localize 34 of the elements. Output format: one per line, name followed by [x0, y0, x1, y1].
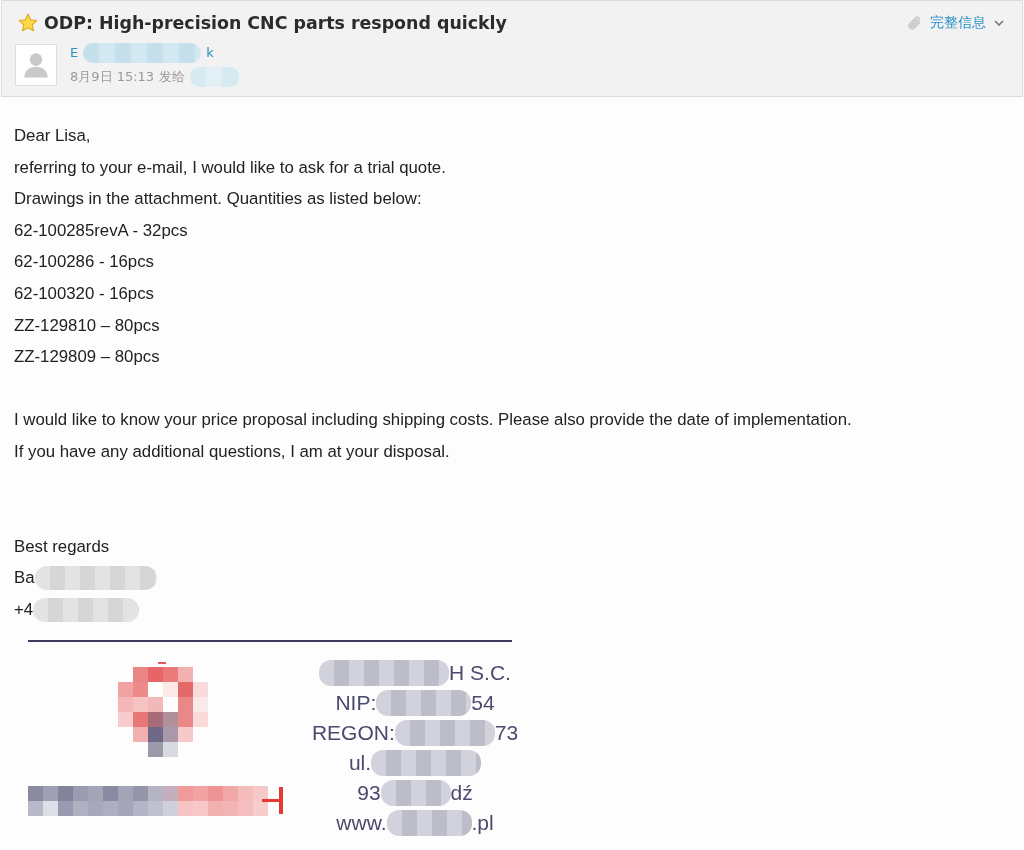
redaction-blur [380, 779, 451, 806]
email-text-line: ZZ-129809 – 80pcs [14, 346, 161, 369]
company-info-text: H S.C. [449, 660, 511, 685]
email-text-line: referring to your e-mail, I would like to ask for a trial quote. [14, 156, 447, 179]
email-text-line: 62-100286 - 16pcs [14, 251, 155, 274]
company-info-text: .pl [471, 810, 494, 835]
email-text-line: Dear Lisa, [14, 125, 92, 147]
star-icon[interactable] [18, 13, 38, 33]
sent-date: 8月9日 15:13 [70, 68, 155, 86]
company-info-text: www. [336, 810, 387, 835]
company-info-text: dź [450, 780, 473, 805]
company-info-text: 54 [471, 690, 495, 715]
email-text-line: If you have any additional questions, I am at your disposal. [14, 440, 451, 463]
signature-name: Ba [14, 567, 35, 590]
email-text-line: ZZ-129810 – 80pcs [14, 314, 161, 337]
email-text-line: Drawings in the attachment. Quantities as listed below: [14, 188, 423, 211]
sent-to-label: 发给 [159, 68, 186, 86]
email-text-line: 62-100285revA - 32pcs [14, 219, 189, 242]
full-details-link[interactable]: 完整信息 [930, 14, 986, 32]
company-info-text: NIP: [335, 690, 377, 715]
company-info-text: 93 [357, 780, 381, 805]
company-info-text: 73 [494, 720, 519, 745]
closing-text: Best regards [14, 535, 111, 558]
sender-name[interactable]: k [206, 41, 214, 65]
email-subject: ODP: High-precision CNC parts respond quickly [44, 13, 507, 33]
chevron-icon[interactable] [994, 20, 1004, 26]
avatar-icon [15, 44, 57, 86]
company-info-text: ul. [348, 750, 372, 775]
signature-phone: +4 [14, 598, 34, 621]
email-text-line: I would like to know your price proposal including shipping costs. Please also provide the date of implementation. [14, 409, 853, 432]
company-info-text: REGON: [311, 720, 395, 745]
redaction-blur [190, 67, 241, 87]
email-text-line: 62-100320 - 16pcs [14, 282, 155, 305]
sender-name[interactable]: E [70, 41, 79, 65]
